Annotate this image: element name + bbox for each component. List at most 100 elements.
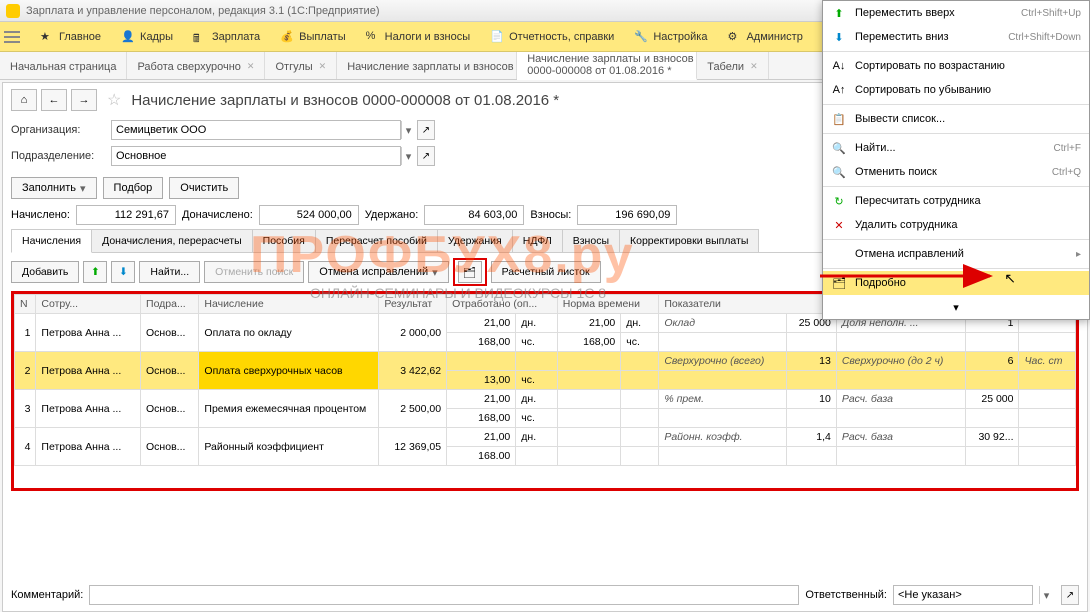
table-row[interactable]: 2 Петрова Анна ... Основ... Оплата сверх… bbox=[15, 352, 1076, 371]
kom-label: Комментарий: bbox=[11, 589, 83, 601]
up-btn[interactable]: ⬆ bbox=[83, 261, 107, 283]
table-row[interactable]: 4 Петрова Анна ... Основ... Районный коэ… bbox=[15, 428, 1076, 447]
podbor-btn[interactable]: Подбор bbox=[103, 177, 164, 199]
tab-sverh[interactable]: Работа сверхурочно✕ bbox=[127, 52, 265, 79]
open-btn[interactable]: ↗ bbox=[417, 120, 435, 140]
detail-btn[interactable]: 🗂 bbox=[458, 261, 482, 283]
down-btn[interactable]: ⬇ bbox=[111, 261, 135, 283]
th-podr[interactable]: Подра... bbox=[141, 295, 199, 314]
th-sotr[interactable]: Сотру... bbox=[36, 295, 141, 314]
subtab-vz[interactable]: Взносы bbox=[562, 229, 620, 252]
th-otr[interactable]: Отработано (оп... bbox=[447, 295, 558, 314]
burger-icon[interactable] bbox=[4, 31, 20, 43]
menu-admin[interactable]: ⚙Администр bbox=[717, 22, 812, 51]
ud-label: Удержано: bbox=[365, 209, 419, 221]
cursor-icon: ↖ bbox=[1004, 270, 1016, 287]
subtab-per[interactable]: Перерасчет пособий bbox=[315, 229, 438, 252]
menu-main[interactable]: ★Главное bbox=[30, 22, 111, 51]
search-icon: 🔍 bbox=[831, 140, 847, 156]
ud-val: 84 603,00 bbox=[424, 205, 524, 225]
open-btn[interactable]: ↗ bbox=[1061, 585, 1079, 605]
nach-label: Начислено: bbox=[11, 209, 70, 221]
ctx-del[interactable]: ✕Удалить сотрудника bbox=[823, 213, 1089, 237]
open-btn[interactable]: ↗ bbox=[417, 146, 435, 166]
table-wrap: N Сотру... Подра... Начисление Результат… bbox=[11, 291, 1079, 491]
star-icon: ★ bbox=[40, 30, 54, 44]
ctx-find[interactable]: 🔍Найти...Ctrl+F bbox=[823, 136, 1089, 160]
highlight-box: 🗂 bbox=[453, 258, 487, 286]
ctx-down[interactable]: ⬇Переместить внизCtrl+Shift+Down bbox=[823, 25, 1089, 49]
tab-nach2[interactable]: Начисление зарплаты и взносов0000-000008… bbox=[517, 52, 697, 80]
close-icon[interactable]: ✕ bbox=[247, 61, 255, 72]
close-icon[interactable]: ✕ bbox=[319, 61, 327, 72]
vz-val: 196 690,09 bbox=[577, 205, 677, 225]
dropdown-icon[interactable]: ▾ bbox=[401, 147, 415, 165]
sort-desc-icon: A↑ bbox=[831, 82, 847, 98]
org-field[interactable]: Семицветик ООО bbox=[111, 120, 401, 140]
undo-btn[interactable]: Отмена исправлений ▾ bbox=[308, 261, 448, 283]
back-btn[interactable]: ← bbox=[41, 89, 67, 111]
org-label: Организация: bbox=[11, 124, 111, 136]
tab-nach1[interactable]: Начисление зарплаты и взносов✕ bbox=[337, 52, 517, 79]
th-norm[interactable]: Норма времени bbox=[557, 295, 659, 314]
ctx-cancel[interactable]: 🔍Отменить поискCtrl+Q bbox=[823, 160, 1089, 184]
th-nach[interactable]: Начисление bbox=[199, 295, 379, 314]
fwd-btn[interactable]: → bbox=[71, 89, 97, 111]
red-arrow-annotation bbox=[820, 270, 1000, 285]
menu-vyplaty[interactable]: 💰Выплаты bbox=[270, 22, 355, 51]
subtab-pos[interactable]: Пособия bbox=[252, 229, 316, 252]
arrow-up-icon: ⬆ bbox=[831, 5, 847, 21]
footer: Комментарий: Ответственный: <Не указан> … bbox=[11, 585, 1079, 605]
ctx-recalc[interactable]: ↻Пересчитать сотрудника bbox=[823, 189, 1089, 213]
ctx-up[interactable]: ⬆Переместить вверхCtrl+Shift+Up bbox=[823, 1, 1089, 25]
menu-otchet[interactable]: 📄Отчетность, справки bbox=[480, 22, 624, 51]
ctx-list[interactable]: 📋Вывести список... bbox=[823, 107, 1089, 131]
ctx-asc[interactable]: A↓Сортировать по возрастанию bbox=[823, 54, 1089, 78]
dropdown-icon[interactable]: ▾ bbox=[401, 121, 415, 139]
wrench-icon: 🔧 bbox=[634, 30, 648, 44]
podr-label: Подразделение: bbox=[11, 150, 111, 162]
delete-icon: ✕ bbox=[831, 217, 847, 233]
otv-field[interactable]: <Не указан> bbox=[893, 585, 1033, 605]
subtab-ud[interactable]: Удержания bbox=[437, 229, 513, 252]
find-btn[interactable]: Найти... bbox=[139, 261, 200, 283]
dropdown-icon[interactable]: ▾ bbox=[1039, 586, 1053, 604]
payslip-btn[interactable]: Расчетный листок bbox=[491, 261, 601, 283]
kom-field[interactable] bbox=[89, 585, 799, 605]
fav-icon[interactable]: ☆ bbox=[107, 90, 121, 110]
money-icon: 💰 bbox=[280, 30, 294, 44]
clear-btn[interactable]: Очистить bbox=[169, 177, 239, 199]
tab-otguly[interactable]: Отгулы✕ bbox=[265, 52, 337, 79]
sort-asc-icon: A↓ bbox=[831, 58, 847, 74]
tab-start[interactable]: Начальная страница bbox=[0, 52, 127, 79]
close-icon[interactable]: ✕ bbox=[750, 61, 758, 72]
page-title: Начисление зарплаты и взносов 0000-00000… bbox=[131, 92, 559, 109]
menu-nastroika[interactable]: 🔧Настройка bbox=[624, 22, 717, 51]
th-rez[interactable]: Результат bbox=[379, 295, 447, 314]
ctx-undo[interactable]: Отмена исправлений▸ bbox=[823, 242, 1089, 266]
subtab-don[interactable]: Доначисления, перерасчеты bbox=[91, 229, 253, 252]
person-icon: 👤 bbox=[121, 30, 135, 44]
subtab-ndfl[interactable]: НДФЛ bbox=[512, 229, 563, 252]
don-val: 524 000,00 bbox=[259, 205, 359, 225]
menu-nalogi[interactable]: %Налоги и взносы bbox=[356, 22, 481, 51]
ctx-collapse[interactable]: ▾ bbox=[823, 295, 1089, 319]
list-icon: 📋 bbox=[831, 111, 847, 127]
fill-btn[interactable]: Заполнить ▾ bbox=[11, 177, 97, 199]
menu-kadry[interactable]: 👤Кадры bbox=[111, 22, 183, 51]
home-btn[interactable]: ⌂ bbox=[11, 89, 37, 111]
tab-tabel[interactable]: Табели✕ bbox=[697, 52, 768, 79]
ctx-desc[interactable]: A↑Сортировать по убыванию bbox=[823, 78, 1089, 102]
podr-field[interactable]: Основное bbox=[111, 146, 401, 166]
arrow-down-icon: ⬇ bbox=[831, 29, 847, 45]
cancel-find-btn[interactable]: Отменить поиск bbox=[204, 261, 304, 283]
table-row[interactable]: 3 Петрова Анна ... Основ... Премия ежеме… bbox=[15, 390, 1076, 409]
subtab-nach[interactable]: Начисления bbox=[11, 229, 92, 253]
menu-zarplata[interactable]: 🖩Зарплата bbox=[183, 22, 270, 51]
add-btn[interactable]: Добавить bbox=[11, 261, 79, 283]
refresh-icon: ↻ bbox=[831, 193, 847, 209]
subtab-korr[interactable]: Корректировки выплаты bbox=[619, 229, 759, 252]
cancel-search-icon: 🔍 bbox=[831, 164, 847, 180]
percent-icon: % bbox=[366, 30, 380, 44]
th-n[interactable]: N bbox=[15, 295, 36, 314]
